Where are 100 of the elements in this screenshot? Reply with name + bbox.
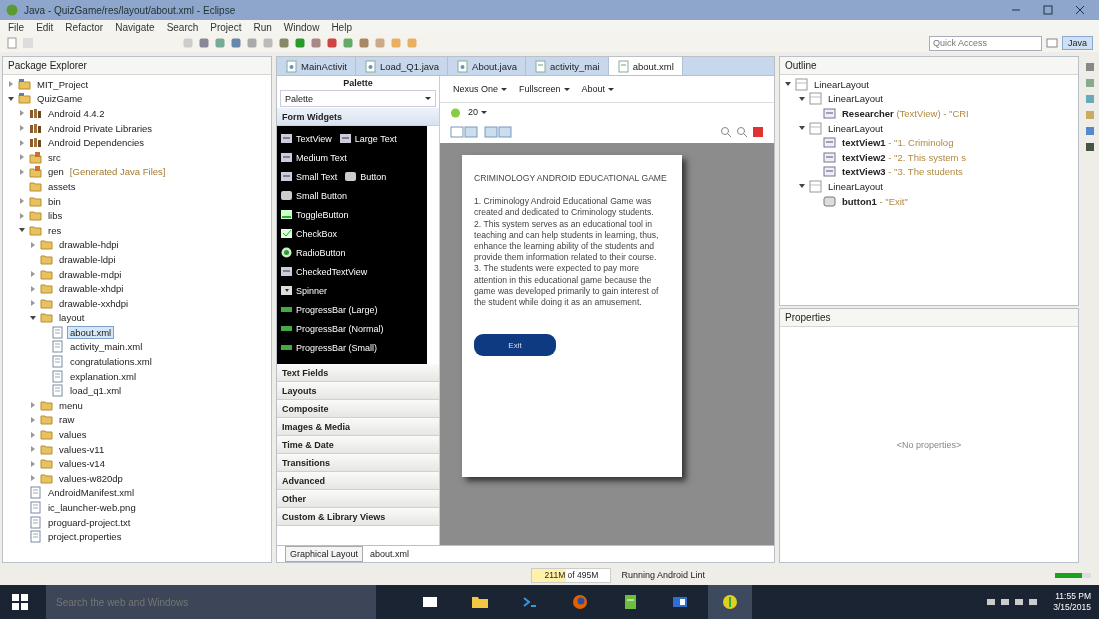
- tree-item[interactable]: values: [56, 428, 90, 442]
- collapse-arrow-icon[interactable]: [8, 96, 14, 101]
- collapse-arrow-icon[interactable]: [19, 228, 25, 233]
- perspective-button[interactable]: Java: [1062, 36, 1093, 50]
- menubar-entry[interactable]: Search: [166, 21, 199, 33]
- expand-arrow-icon[interactable]: [20, 212, 24, 219]
- panel-title[interactable]: Properties: [785, 312, 831, 323]
- palette-widget[interactable]: CheckedTextView: [281, 266, 368, 277]
- device-dropdown[interactable]: Nexus One: [450, 82, 511, 96]
- tree-item[interactable]: Android Private Libraries: [45, 121, 156, 135]
- exit-button[interactable]: Exit: [474, 334, 556, 357]
- palette-widget[interactable]: ProgressBar (Small): [281, 342, 378, 353]
- palette-category[interactable]: Transitions: [277, 454, 439, 472]
- palette-category[interactable]: Images & Media: [277, 418, 439, 436]
- collapse-arrow-icon[interactable]: [30, 315, 36, 320]
- clock[interactable]: 11:55 PM 3/15/2015: [1053, 591, 1091, 613]
- outline-item[interactable]: button1 - "Exit": [839, 194, 911, 208]
- palette-category[interactable]: Text Fields: [277, 364, 439, 382]
- tree-item[interactable]: Android Dependencies: [45, 136, 148, 150]
- tree-item[interactable]: ic_launcher-web.png: [45, 501, 139, 514]
- close-icon[interactable]: [1075, 5, 1085, 15]
- tree-item[interactable]: assets: [45, 179, 79, 193]
- palette-category[interactable]: Advanced: [277, 472, 439, 490]
- expand-arrow-icon[interactable]: [20, 125, 24, 132]
- collapse-arrow-icon[interactable]: [799, 184, 805, 189]
- tree-item[interactable]: drawable-xhdpi: [56, 282, 127, 296]
- memory-indicator[interactable]: 211M of 495M: [531, 567, 612, 583]
- editor-tab[interactable]: about.xml: [608, 57, 683, 75]
- outline-item[interactable]: LinearLayout: [825, 179, 886, 193]
- panel-title[interactable]: Outline: [785, 60, 817, 71]
- theme-dropdown[interactable]: Fullscreen: [516, 82, 573, 96]
- palette-category[interactable]: Other: [277, 490, 439, 508]
- tree-item[interactable]: gen: [45, 165, 67, 179]
- palette-widget[interactable]: TextView: [281, 133, 332, 144]
- expand-arrow-icon[interactable]: [31, 271, 35, 277]
- tree-item[interactable]: values-w820dp: [56, 471, 126, 485]
- tree-item[interactable]: explanation.xml: [67, 369, 139, 383]
- expand-arrow-icon[interactable]: [9, 81, 13, 88]
- layout-mode-icon[interactable]: [450, 125, 480, 139]
- activity-dropdown[interactable]: About: [578, 82, 618, 96]
- outline-item[interactable]: Researcher (TextView) - "CRI: [839, 107, 972, 120]
- collapse-arrow-icon[interactable]: [799, 126, 805, 131]
- palette-widget[interactable]: Small Button: [281, 190, 348, 201]
- editor-mode-tab[interactable]: Graphical Layout: [285, 546, 364, 562]
- palette-widget[interactable]: Medium Text: [281, 152, 347, 163]
- palette-category[interactable]: Form Widgets: [277, 108, 439, 126]
- tree-item[interactable]: drawable-mdpi: [56, 267, 125, 281]
- tree-item[interactable]: layout: [56, 311, 88, 325]
- palette-category[interactable]: Composite: [277, 400, 439, 418]
- palette-widget[interactable]: Large Text: [339, 133, 397, 144]
- tree-item[interactable]: AndroidManifest.xml: [45, 486, 138, 500]
- expand-arrow-icon[interactable]: [20, 154, 24, 161]
- outline-item[interactable]: textView3 - "3. The students: [839, 165, 966, 179]
- tree-item[interactable]: bin: [45, 194, 64, 208]
- expand-arrow-icon[interactable]: [31, 285, 35, 292]
- palette-category[interactable]: Time & Date: [277, 436, 439, 454]
- tree-item[interactable]: project.properties: [45, 530, 125, 544]
- maximize-icon[interactable]: [1043, 5, 1053, 15]
- zoom-in-icon[interactable]: [720, 126, 732, 138]
- menubar-entry[interactable]: Edit: [36, 21, 54, 33]
- tree-item[interactable]: src: [45, 150, 64, 164]
- palette-widget[interactable]: ProgressBar (Large): [281, 304, 378, 315]
- expand-arrow-icon[interactable]: [31, 241, 35, 248]
- tree-item[interactable]: MIT_Project: [34, 77, 92, 91]
- menubar-entry[interactable]: File: [8, 21, 25, 33]
- outline-item[interactable]: LinearLayout: [825, 121, 886, 135]
- layout-mode-icon[interactable]: [484, 125, 514, 139]
- menubar-entry[interactable]: Project: [210, 21, 242, 33]
- palette-widget[interactable]: ProgressBar (Normal): [281, 323, 384, 334]
- expand-arrow-icon[interactable]: [31, 416, 35, 423]
- tree-item[interactable]: load_q1.xml: [67, 384, 125, 398]
- new-icon[interactable]: [6, 37, 18, 49]
- palette-category[interactable]: Layouts: [277, 382, 439, 400]
- palette-widget[interactable]: RadioButton: [281, 247, 346, 258]
- menubar-entry[interactable]: Navigate: [115, 21, 155, 33]
- tree-item[interactable]: libs: [45, 209, 66, 223]
- tree-item[interactable]: Android 4.4.2: [45, 107, 108, 120]
- menubar-entry[interactable]: Window: [283, 21, 320, 33]
- menubar-entry[interactable]: Run: [253, 21, 272, 33]
- panel-title[interactable]: Package Explorer: [8, 60, 87, 71]
- outline-item[interactable]: LinearLayout: [811, 77, 872, 91]
- open-perspective-icon[interactable]: [1046, 37, 1058, 49]
- collapse-arrow-icon[interactable]: [785, 82, 791, 87]
- quick-access-field[interactable]: Quick Access: [929, 35, 1042, 51]
- tree-item[interactable]: congratulations.xml: [67, 355, 155, 369]
- expand-arrow-icon[interactable]: [31, 402, 35, 409]
- windows-start-icon[interactable]: [12, 594, 28, 610]
- outline-item[interactable]: LinearLayout: [825, 92, 886, 106]
- expand-arrow-icon[interactable]: [20, 139, 24, 146]
- zoom-out-icon[interactable]: [736, 126, 748, 138]
- tree-item[interactable]: values-v14: [56, 457, 108, 471]
- outline-item[interactable]: textView1 - "1. Criminolog: [839, 136, 957, 150]
- palette-widget[interactable]: CheckBox: [281, 228, 338, 239]
- tree-item[interactable]: drawable-hdpi: [56, 238, 122, 252]
- api-level-dropdown[interactable]: 20: [465, 105, 490, 119]
- expand-arrow-icon[interactable]: [20, 198, 24, 205]
- editor-mode-tab[interactable]: about.xml: [365, 546, 415, 562]
- palette-dropdown[interactable]: Palette: [280, 90, 436, 107]
- tree-item[interactable]: proguard-project.txt: [45, 515, 134, 529]
- expand-arrow-icon[interactable]: [31, 475, 35, 482]
